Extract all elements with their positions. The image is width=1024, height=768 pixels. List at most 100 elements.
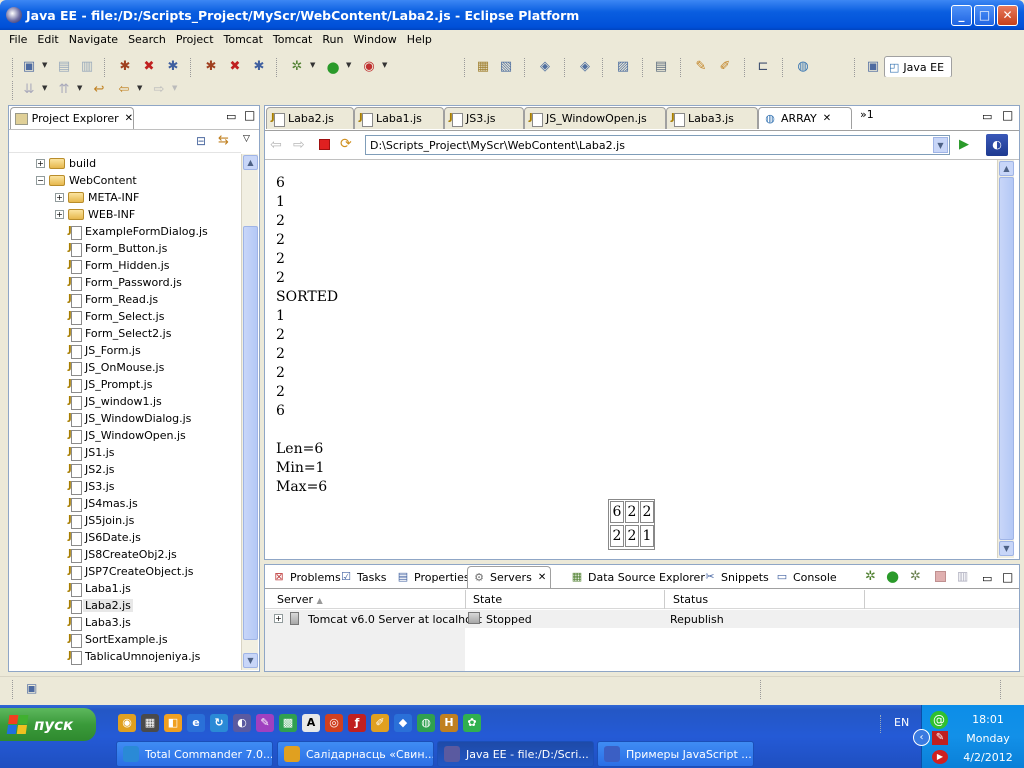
browser-scrollbar[interactable]: ▲ ▼: [997, 160, 1014, 558]
close-icon[interactable]: ✕: [125, 113, 133, 124]
run-icon[interactable]: ●: [324, 59, 342, 75]
editor-tab[interactable]: JS3.js: [444, 107, 524, 129]
chevron-down-icon[interactable]: ▼: [77, 84, 82, 92]
tree-item[interactable]: JS_Form.js: [55, 342, 141, 359]
scroll-up-icon[interactable]: ▲: [999, 161, 1014, 176]
expand-icon[interactable]: +: [55, 210, 64, 219]
tree-item[interactable]: − WebContent: [36, 172, 137, 189]
start-button[interactable]: пуск: [0, 708, 96, 741]
start-tomcat-icon[interactable]: ✱: [202, 59, 220, 75]
expand-icon[interactable]: +: [274, 614, 283, 623]
ftp-icon[interactable]: ◍: [417, 714, 435, 732]
tree-item[interactable]: JS3.js: [55, 478, 115, 495]
paint-icon[interactable]: ▩: [279, 714, 297, 732]
minimize-view-icon[interactable]: ▭: [226, 110, 236, 123]
start-server-icon[interactable]: ●: [886, 567, 899, 585]
tree-item[interactable]: JS_WindowOpen.js: [55, 427, 186, 444]
column-header-server[interactable]: Server ▲: [277, 593, 323, 606]
tree-item[interactable]: Laba3.js: [55, 614, 131, 631]
internet-explorer-icon[interactable]: e: [187, 714, 205, 732]
minimize-editor-icon[interactable]: ▭: [982, 110, 992, 123]
forward-icon[interactable]: ⇨: [293, 137, 305, 153]
menu-help[interactable]: Help: [402, 30, 437, 50]
tree-item[interactable]: Form_Read.js: [55, 291, 158, 308]
hs-icon[interactable]: H: [440, 714, 458, 732]
menu-file[interactable]: File: [4, 30, 32, 50]
media-player-icon[interactable]: ▶: [932, 750, 948, 764]
taskbar-button[interactable]: Java EE - file:/D:/Scri...: [437, 741, 594, 767]
tree-item[interactable]: Form_Select2.js: [55, 325, 171, 342]
menu-project[interactable]: Project: [171, 30, 219, 50]
menu-window[interactable]: Window: [348, 30, 401, 50]
refresh-app-icon[interactable]: ↻: [210, 714, 228, 732]
chevron-down-icon[interactable]: ▼: [172, 84, 177, 92]
editor-tab[interactable]: JS_WindowOpen.js: [524, 107, 666, 129]
back-icon[interactable]: ⇦: [115, 82, 133, 98]
view-menu-icon[interactable]: ▽: [243, 134, 250, 144]
minimize-view-icon[interactable]: ▭: [982, 572, 992, 585]
url-input[interactable]: D:\Scripts_Project\MyScr\WebContent\Laba…: [365, 135, 950, 155]
menu-run[interactable]: Run: [317, 30, 348, 50]
table-row[interactable]: + Tomcat v6.0 Server at localhost Stoppe…: [265, 610, 1019, 628]
tree-item[interactable]: Form_Hidden.js: [55, 257, 170, 274]
tree-item[interactable]: Laba2.js: [55, 597, 133, 614]
maximize-button[interactable]: □: [974, 5, 995, 26]
column-header-status[interactable]: Status: [673, 593, 708, 606]
clock-time[interactable]: 18:01: [954, 713, 1022, 726]
close-icon[interactable]: ✕: [823, 113, 831, 124]
pin-icon[interactable]: ✐: [716, 59, 734, 75]
tree-item[interactable]: JS_OnMouse.js: [55, 359, 164, 376]
link-with-editor-icon[interactable]: ⇆: [218, 133, 229, 148]
expand-icon[interactable]: +: [55, 193, 64, 202]
tab-overflow[interactable]: »1: [860, 108, 874, 121]
publish-icon[interactable]: ▥: [957, 569, 968, 583]
open-perspective-icon[interactable]: ▣: [864, 59, 882, 75]
network-icon[interactable]: ◆: [394, 714, 412, 732]
debug-icon[interactable]: ✲: [288, 59, 306, 75]
tree-item[interactable]: + META-INF: [55, 189, 139, 206]
scroll-down-icon[interactable]: ▼: [999, 541, 1014, 556]
collapse-all-icon[interactable]: ⊟: [196, 134, 206, 148]
bottom-tab[interactable]: ▤ Properties: [392, 566, 474, 588]
chrome-icon[interactable]: ◉: [118, 714, 136, 732]
maximize-view-icon[interactable]: □: [244, 108, 255, 122]
maximize-view-icon[interactable]: □: [1002, 570, 1013, 584]
stop-icon[interactable]: [319, 139, 330, 150]
refresh-icon[interactable]: ⟳: [340, 136, 352, 152]
editor-tab[interactable]: Laba2.js: [266, 107, 354, 129]
scroll-down-icon[interactable]: ▼: [243, 653, 258, 668]
title-bar[interactable]: Java EE - file:/D:/Scripts_Project/MyScr…: [0, 0, 1024, 30]
stop-server-icon[interactable]: ✖: [140, 59, 158, 75]
restart-server-icon[interactable]: ✱: [164, 59, 182, 75]
bottom-tab[interactable]: ⊠ Problems: [268, 566, 345, 588]
print-icon[interactable]: ▥: [78, 59, 96, 75]
stop-tomcat-icon[interactable]: ✖: [226, 59, 244, 75]
save-icon[interactable]: ▤: [55, 59, 73, 75]
tree-item[interactable]: ExampleFormDialog.js: [55, 223, 208, 240]
flash-icon[interactable]: ƒ: [348, 714, 366, 732]
menu-navigate[interactable]: Navigate: [64, 30, 123, 50]
editor-tab[interactable]: ◍ ARRAY ✕: [758, 107, 852, 129]
chevron-down-icon[interactable]: ▼: [42, 61, 47, 69]
debug-server-icon[interactable]: ✲: [865, 569, 876, 584]
editor-tab[interactable]: Laba1.js: [354, 107, 444, 129]
folder-icon[interactable]: ◧: [164, 714, 182, 732]
chevron-down-icon[interactable]: ▼: [346, 61, 351, 69]
tree-item[interactable]: JS_Prompt.js: [55, 376, 152, 393]
search-icon[interactable]: ▨: [614, 59, 632, 75]
open-type-icon[interactable]: ◈: [536, 59, 554, 75]
last-edit-icon[interactable]: ↩: [90, 82, 108, 98]
fast-view-icon[interactable]: ▣: [26, 681, 37, 695]
mail-agent-icon[interactable]: @: [930, 711, 948, 729]
eclipse-browser-icon[interactable]: ◐: [986, 134, 1008, 156]
antivirus-icon[interactable]: ✎: [932, 731, 948, 745]
tree-item[interactable]: JS8CreateObj2.js: [55, 546, 177, 563]
film-icon[interactable]: ▦: [141, 714, 159, 732]
new-icon[interactable]: ▣: [20, 59, 38, 75]
prev-annotation-icon[interactable]: ⇈: [55, 82, 73, 98]
restart-tomcat-icon[interactable]: ✱: [250, 59, 268, 75]
editor-tab[interactable]: Laba3.js: [666, 107, 758, 129]
url-dropdown-icon[interactable]: ▼: [933, 137, 948, 153]
collapse-icon[interactable]: −: [36, 176, 45, 185]
menu-tomcat-1[interactable]: Tomcat: [219, 30, 268, 50]
